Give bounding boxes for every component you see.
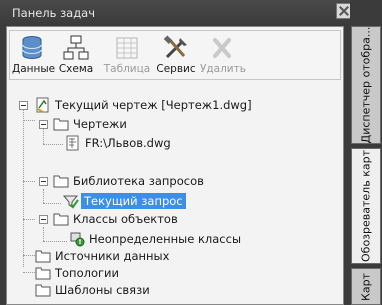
query-filter-icon: [63, 195, 79, 209]
tab-map-explorer[interactable]: Обозреватель карт: [351, 148, 381, 264]
tools-icon: [163, 35, 187, 59]
folder-icon: [53, 118, 69, 131]
delete-button[interactable]: Удалить: [200, 35, 246, 75]
table-button-label: Таблица: [103, 63, 151, 75]
task-pane: Данные Схема Таблица Сервис Удалить Теку…: [6, 26, 344, 305]
delete-icon: [213, 38, 231, 58]
service-button-label: Сервис: [156, 63, 196, 75]
side-tab-strip: Диспетчер отобра... Обозреватель карт Ка…: [350, 0, 382, 305]
tree-connector: [43, 128, 44, 144]
collapse-icon[interactable]: [39, 177, 48, 186]
undefined-class-icon: [70, 232, 85, 247]
tree-connector: [23, 105, 24, 267]
table-button[interactable]: Таблица: [102, 35, 152, 75]
tree-connector: [43, 144, 63, 145]
table-icon: [116, 37, 138, 59]
folder-icon: [53, 175, 69, 188]
service-button[interactable]: Сервис: [154, 35, 198, 75]
folder-icon: [53, 213, 69, 226]
collapse-icon[interactable]: [39, 215, 48, 224]
folder-icon: [35, 250, 51, 263]
tab-map-manager[interactable]: Диспетчер отобра...: [351, 26, 381, 144]
data-button-label: Данные: [12, 63, 56, 75]
tree-connector: [23, 219, 35, 220]
tree-connector: [43, 241, 67, 242]
schema-button[interactable]: Схема: [56, 35, 96, 75]
schema-button-label: Схема: [58, 63, 94, 75]
tree-connector: [43, 189, 44, 203]
toolbar: Данные Схема Таблица Сервис Удалить: [9, 30, 341, 80]
tree-connector: [43, 227, 44, 241]
delete-button-label: Удалить: [200, 63, 246, 75]
task-pane-title: Панель задач: [12, 6, 96, 20]
schema-icon: [63, 35, 89, 60]
tree-connector: [23, 181, 35, 182]
tab-map[interactable]: Карт: [351, 268, 381, 305]
database-icon: [22, 36, 42, 59]
collapse-icon[interactable]: [19, 101, 28, 110]
drawing-icon: [36, 97, 49, 113]
map-explorer-tree: Текущий чертеж [Чертеж1.dwg] Чертежи FR:…: [7, 83, 341, 303]
folder-icon: [35, 284, 51, 297]
collapse-icon[interactable]: [39, 120, 48, 129]
task-pane-title-bar: Панель задач: [0, 0, 352, 26]
folder-icon: [35, 267, 51, 280]
drawing-file-icon: [66, 135, 79, 151]
tree-connector: [43, 203, 61, 204]
tree-connector: [23, 120, 35, 121]
data-button[interactable]: Данные: [12, 35, 56, 75]
